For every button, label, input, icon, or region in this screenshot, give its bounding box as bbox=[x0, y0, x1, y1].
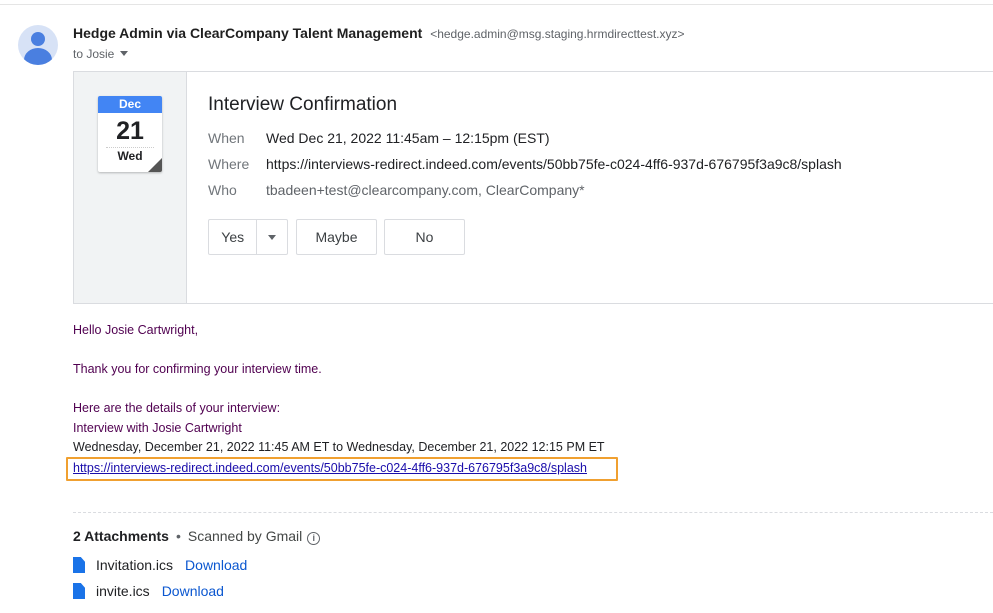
calendar-invite-card: Dec 21 Wed Interview Confirmation When We… bbox=[73, 71, 993, 304]
rsvp-yes-button[interactable]: Yes bbox=[208, 219, 288, 255]
attachments-header: 2 Attachments • Scanned by Gmail i bbox=[73, 528, 321, 545]
rsvp-maybe-button[interactable]: Maybe bbox=[296, 219, 377, 255]
when-label: When bbox=[208, 130, 245, 146]
where-value: https://interviews-redirect.indeed.com/e… bbox=[266, 156, 842, 172]
invite-where-row: Where https://interviews-redirect.indeed.… bbox=[208, 156, 842, 172]
greeting-text: Hello Josie Cartwright, bbox=[73, 323, 199, 337]
sender-name[interactable]: Hedge Admin via ClearCompany Talent Mana… bbox=[73, 25, 422, 41]
file-icon bbox=[73, 583, 85, 599]
attachments-count: 2 Attachments bbox=[73, 528, 169, 544]
invite-left-column: Dec 21 Wed bbox=[74, 72, 187, 303]
calendar-month: Dec bbox=[98, 96, 162, 113]
info-icon[interactable]: i bbox=[307, 532, 321, 545]
avatar-body bbox=[24, 48, 52, 65]
sender-address: <hedge.admin@msg.staging.hrmdirecttest.x… bbox=[430, 27, 685, 41]
recipient-label: to Josie bbox=[73, 47, 115, 61]
chevron-down-icon bbox=[268, 234, 277, 240]
attachment-item: invite.ics Download bbox=[73, 583, 224, 599]
who-label: Who bbox=[208, 182, 237, 198]
chevron-down-icon bbox=[120, 51, 129, 56]
recipient-details-toggle[interactable]: to Josie bbox=[73, 47, 129, 61]
rsvp-no-button[interactable]: No bbox=[384, 219, 465, 255]
when-value: Wed Dec 21, 2022 11:45am – 12:15pm (EST) bbox=[266, 130, 550, 146]
attachment-filename[interactable]: Invitation.ics bbox=[96, 557, 173, 573]
interview-datetime-text: Wednesday, December 21, 2022 11:45 AM ET… bbox=[73, 440, 605, 454]
where-label: Where bbox=[208, 156, 250, 172]
download-link[interactable]: Download bbox=[162, 583, 224, 599]
attachment-filename[interactable]: invite.ics bbox=[96, 583, 150, 599]
sender-avatar-icon[interactable] bbox=[18, 25, 58, 65]
who-value: tbadeen+test@clearcompany.com, ClearComp… bbox=[266, 182, 585, 198]
calendar-day: 21 bbox=[116, 117, 144, 145]
calendar-weekday: Wed bbox=[106, 147, 154, 163]
interview-link[interactable]: https://interviews-redirect.indeed.com/e… bbox=[73, 461, 587, 475]
attachments-divider bbox=[73, 512, 993, 513]
file-icon bbox=[73, 557, 85, 573]
details-intro-text: Here are the details of your interview: bbox=[73, 401, 281, 415]
calendar-page-fold bbox=[148, 158, 162, 172]
attachment-item: Invitation.ics Download bbox=[73, 557, 247, 573]
thanks-text: Thank you for confirming your interview … bbox=[73, 362, 322, 376]
interview-with-text: Interview with Josie Cartwright bbox=[73, 421, 242, 435]
avatar-head bbox=[31, 32, 45, 46]
scanned-by-gmail-label: Scanned by Gmail bbox=[187, 528, 303, 544]
invite-who-row: Who tbadeen+test@clearcompany.com, ClearC… bbox=[208, 182, 585, 198]
sender-line: Hedge Admin via ClearCompany Talent Mana… bbox=[73, 25, 685, 41]
rsvp-yes-label: Yes bbox=[221, 229, 245, 245]
top-divider bbox=[0, 4, 993, 5]
rsvp-yes-options-button[interactable] bbox=[257, 234, 287, 240]
separator-dot: • bbox=[175, 528, 181, 544]
calendar-icon: Dec 21 Wed bbox=[98, 96, 162, 172]
invite-title: Interview Confirmation bbox=[208, 94, 398, 115]
download-link[interactable]: Download bbox=[185, 557, 247, 573]
invite-when-row: When Wed Dec 21, 2022 11:45am – 12:15pm (… bbox=[208, 130, 550, 146]
